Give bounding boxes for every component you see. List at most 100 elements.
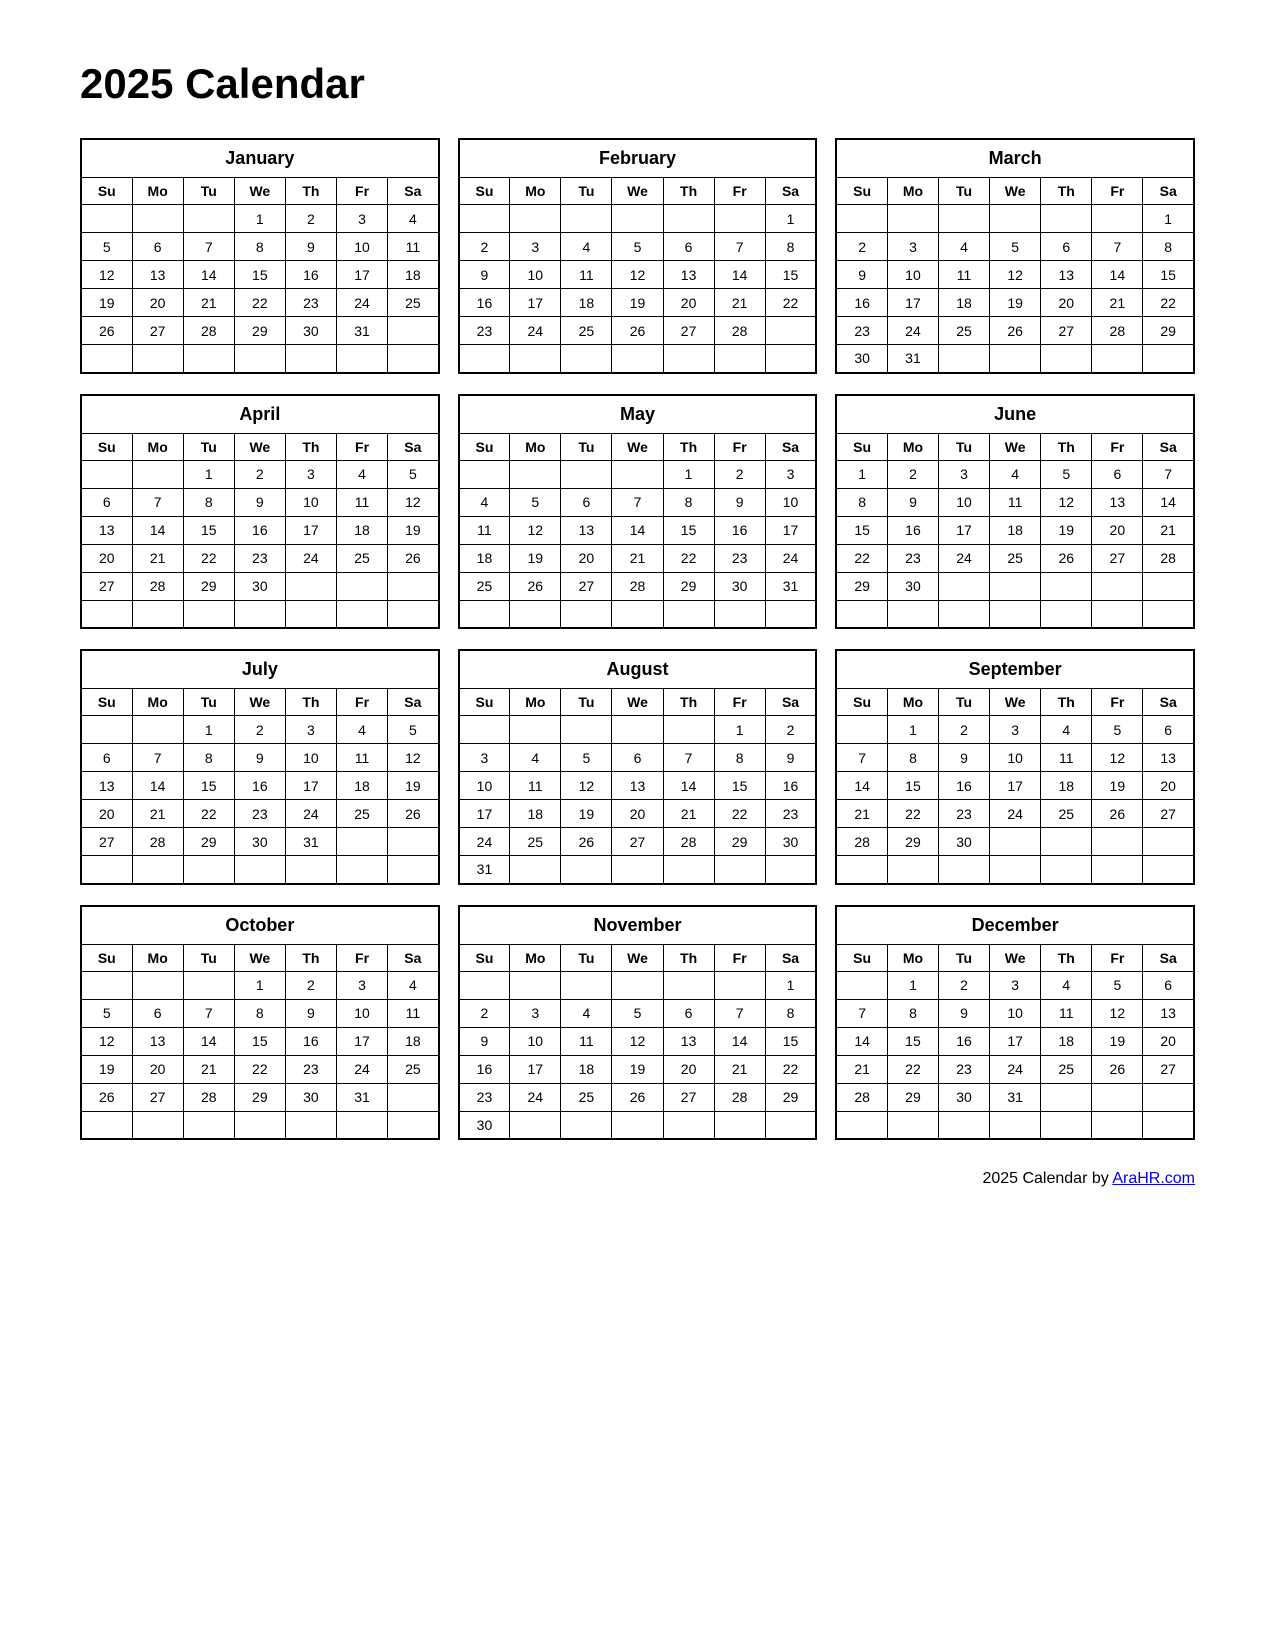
calendar-day[interactable]: 3 <box>765 460 816 488</box>
calendar-day[interactable]: 22 <box>765 1055 816 1083</box>
calendar-day[interactable]: 28 <box>132 572 183 600</box>
calendar-day[interactable]: 11 <box>388 999 439 1027</box>
calendar-day[interactable]: 6 <box>81 488 132 516</box>
calendar-day[interactable]: 26 <box>388 544 439 572</box>
calendar-day[interactable]: 15 <box>234 261 285 289</box>
calendar-day[interactable]: 19 <box>990 289 1041 317</box>
calendar-day[interactable]: 24 <box>765 544 816 572</box>
calendar-day[interactable]: 28 <box>663 828 714 856</box>
calendar-day[interactable]: 31 <box>765 572 816 600</box>
calendar-day[interactable]: 11 <box>459 516 510 544</box>
calendar-day[interactable]: 14 <box>1092 261 1143 289</box>
calendar-day[interactable]: 17 <box>887 289 938 317</box>
calendar-day[interactable]: 28 <box>836 1083 887 1111</box>
calendar-day[interactable]: 12 <box>612 1027 663 1055</box>
calendar-day[interactable]: 5 <box>1092 716 1143 744</box>
calendar-day[interactable]: 6 <box>1143 716 1194 744</box>
calendar-day[interactable]: 21 <box>836 1055 887 1083</box>
calendar-day[interactable]: 31 <box>887 345 938 373</box>
calendar-day[interactable]: 18 <box>939 289 990 317</box>
calendar-day[interactable]: 19 <box>81 289 132 317</box>
calendar-day[interactable]: 18 <box>510 800 561 828</box>
calendar-day[interactable]: 5 <box>990 233 1041 261</box>
calendar-day[interactable]: 17 <box>765 516 816 544</box>
calendar-day[interactable]: 4 <box>336 460 387 488</box>
calendar-day[interactable]: 3 <box>336 971 387 999</box>
calendar-day[interactable]: 4 <box>1041 716 1092 744</box>
calendar-day[interactable]: 29 <box>836 572 887 600</box>
calendar-day[interactable]: 4 <box>388 971 439 999</box>
calendar-day[interactable]: 1 <box>887 971 938 999</box>
calendar-day[interactable]: 10 <box>285 488 336 516</box>
calendar-day[interactable]: 9 <box>939 999 990 1027</box>
calendar-day[interactable]: 23 <box>234 544 285 572</box>
calendar-day[interactable]: 8 <box>234 233 285 261</box>
calendar-day[interactable]: 15 <box>765 1027 816 1055</box>
calendar-day[interactable]: 30 <box>459 1111 510 1139</box>
calendar-day[interactable]: 2 <box>285 205 336 233</box>
calendar-day[interactable]: 1 <box>765 971 816 999</box>
calendar-day[interactable]: 27 <box>132 317 183 345</box>
calendar-day[interactable]: 26 <box>561 828 612 856</box>
calendar-day[interactable]: 11 <box>561 261 612 289</box>
calendar-day[interactable]: 26 <box>1041 544 1092 572</box>
calendar-day[interactable]: 23 <box>285 289 336 317</box>
calendar-day[interactable]: 29 <box>234 1083 285 1111</box>
calendar-day[interactable]: 29 <box>183 572 234 600</box>
calendar-day[interactable]: 31 <box>459 856 510 884</box>
calendar-day[interactable]: 13 <box>1092 488 1143 516</box>
calendar-day[interactable]: 29 <box>234 317 285 345</box>
calendar-day[interactable]: 1 <box>234 971 285 999</box>
calendar-day[interactable]: 12 <box>1041 488 1092 516</box>
calendar-day[interactable]: 28 <box>612 572 663 600</box>
calendar-day[interactable]: 20 <box>81 544 132 572</box>
calendar-day[interactable]: 5 <box>1041 460 1092 488</box>
calendar-day[interactable]: 22 <box>836 544 887 572</box>
calendar-day[interactable]: 17 <box>990 772 1041 800</box>
calendar-day[interactable]: 11 <box>1041 744 1092 772</box>
calendar-day[interactable]: 21 <box>183 289 234 317</box>
calendar-day[interactable]: 21 <box>1143 516 1194 544</box>
calendar-day[interactable]: 2 <box>714 460 765 488</box>
calendar-day[interactable]: 25 <box>561 1083 612 1111</box>
calendar-day[interactable]: 3 <box>990 716 1041 744</box>
calendar-day[interactable]: 14 <box>663 772 714 800</box>
calendar-day[interactable]: 17 <box>285 772 336 800</box>
calendar-day[interactable]: 29 <box>1143 317 1194 345</box>
calendar-day[interactable]: 30 <box>285 1083 336 1111</box>
calendar-day[interactable]: 5 <box>1092 971 1143 999</box>
calendar-day[interactable]: 9 <box>234 488 285 516</box>
calendar-day[interactable]: 27 <box>1143 800 1194 828</box>
calendar-day[interactable]: 31 <box>336 317 387 345</box>
calendar-day[interactable]: 12 <box>510 516 561 544</box>
calendar-day[interactable]: 8 <box>765 999 816 1027</box>
calendar-day[interactable]: 5 <box>561 744 612 772</box>
calendar-day[interactable]: 10 <box>887 261 938 289</box>
calendar-day[interactable]: 25 <box>510 828 561 856</box>
calendar-day[interactable]: 10 <box>990 744 1041 772</box>
calendar-day[interactable]: 3 <box>510 233 561 261</box>
calendar-day[interactable]: 31 <box>285 828 336 856</box>
calendar-day[interactable]: 4 <box>459 488 510 516</box>
calendar-day[interactable]: 11 <box>561 1027 612 1055</box>
calendar-day[interactable]: 16 <box>887 516 938 544</box>
calendar-day[interactable]: 8 <box>765 233 816 261</box>
calendar-day[interactable]: 19 <box>81 1055 132 1083</box>
calendar-day[interactable]: 16 <box>285 261 336 289</box>
calendar-day[interactable]: 26 <box>990 317 1041 345</box>
calendar-day[interactable]: 18 <box>459 544 510 572</box>
calendar-day[interactable]: 13 <box>663 1027 714 1055</box>
calendar-day[interactable]: 14 <box>183 261 234 289</box>
calendar-day[interactable]: 8 <box>234 999 285 1027</box>
calendar-day[interactable]: 1 <box>714 716 765 744</box>
calendar-day[interactable]: 27 <box>561 572 612 600</box>
calendar-day[interactable]: 16 <box>939 772 990 800</box>
calendar-day[interactable]: 14 <box>132 516 183 544</box>
calendar-day[interactable]: 8 <box>183 744 234 772</box>
calendar-day[interactable]: 22 <box>234 289 285 317</box>
calendar-day[interactable]: 17 <box>459 800 510 828</box>
calendar-day[interactable]: 27 <box>663 1083 714 1111</box>
calendar-day[interactable]: 8 <box>836 488 887 516</box>
calendar-day[interactable]: 17 <box>510 1055 561 1083</box>
calendar-day[interactable]: 20 <box>81 800 132 828</box>
